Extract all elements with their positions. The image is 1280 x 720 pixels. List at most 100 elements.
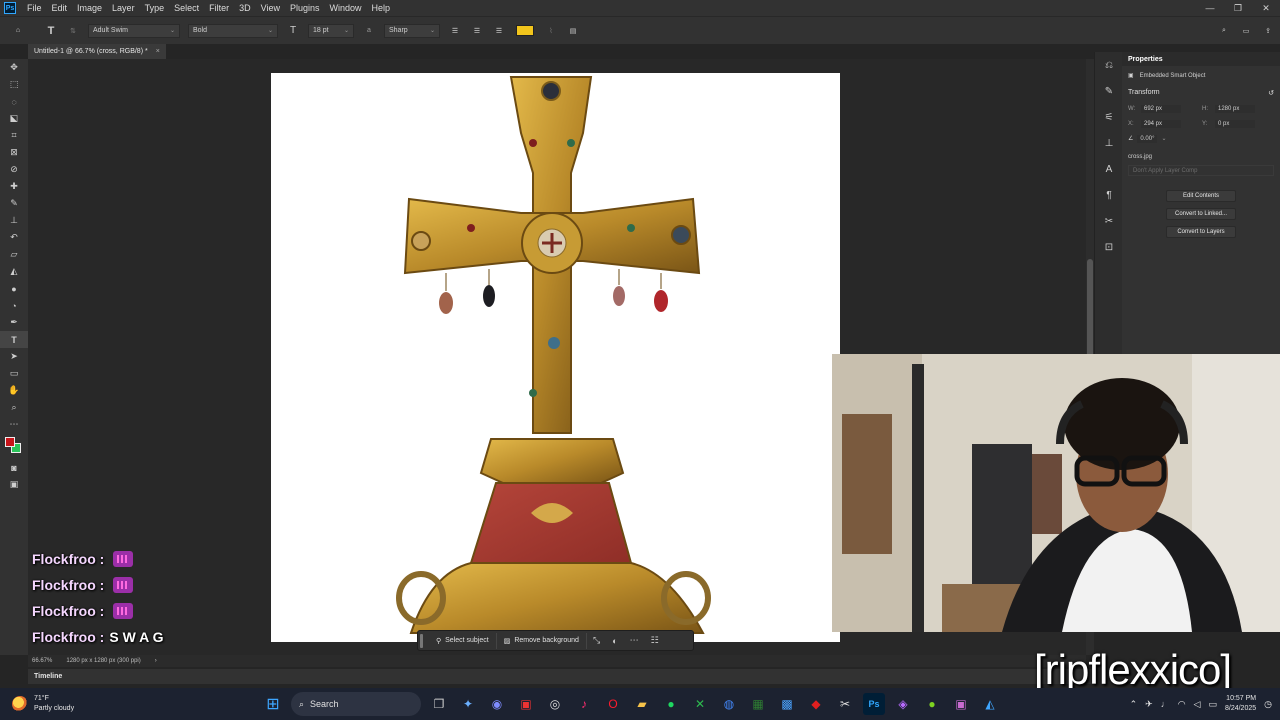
chrome-icon[interactable]: ◍ (718, 693, 740, 715)
app-red-icon[interactable]: ◆ (805, 693, 827, 715)
text-orientation-icon[interactable]: ⇅ (65, 22, 81, 40)
menu-view[interactable]: View (256, 3, 285, 13)
history-brush-tool-icon[interactable]: ↶ (0, 229, 28, 246)
tool-presets-icon[interactable]: ✂ (1095, 208, 1123, 234)
status-expand-icon[interactable]: › (155, 658, 157, 664)
history-panel-icon[interactable]: ⎌ (1095, 52, 1123, 78)
clone-stamp-tool-icon[interactable]: ⊥ (0, 212, 28, 229)
eyedropper-tool-icon[interactable]: ⊘ (0, 161, 28, 178)
zoom-level[interactable]: 66.67% (32, 658, 52, 664)
menu-select[interactable]: Select (169, 3, 204, 13)
reset-transform-icon[interactable]: ↺ (1268, 89, 1274, 97)
app-blue-icon[interactable]: ◭ (979, 693, 1001, 715)
type-tool-preset-icon[interactable]: T (43, 22, 59, 40)
move-tool-icon[interactable]: ✥ (0, 59, 28, 76)
share-icon[interactable]: ⇪ (1260, 22, 1276, 40)
brush-settings-icon[interactable]: ✎ (1095, 78, 1123, 104)
workspace-icon[interactable]: ▭ (1238, 22, 1254, 40)
tray-app-icon[interactable]: ✈ (1145, 699, 1153, 710)
volume-icon[interactable]: ◁ (1194, 699, 1201, 710)
home-icon[interactable]: ⌂ (10, 22, 26, 40)
document-canvas[interactable] (271, 73, 840, 642)
adjustment-icon[interactable]: ◐ (606, 636, 623, 646)
menu-filter[interactable]: Filter (204, 3, 234, 13)
spotify-icon[interactable]: ● (660, 693, 682, 715)
document-tab[interactable]: Untitled-1 @ 66.7% (cross, RGB/8) * × (28, 44, 166, 59)
app-purple-icon[interactable]: ◈ (892, 693, 914, 715)
clock[interactable]: 10:57 PM 8/24/2025 (1225, 694, 1256, 714)
zoom-tool-icon[interactable]: ⌕ (0, 399, 28, 416)
clone-source-icon[interactable]: ⊥ (1095, 130, 1123, 156)
more-options-icon[interactable]: ⋯ (624, 635, 645, 646)
lasso-tool-icon[interactable]: ◌ (0, 93, 28, 110)
font-size-select[interactable]: 18 pt ⌄ (308, 23, 354, 38)
foreground-color[interactable] (5, 437, 15, 447)
search-icon[interactable]: ⌕ (1216, 22, 1232, 40)
properties-tab[interactable]: Properties (1122, 52, 1280, 66)
menu-image[interactable]: Image (72, 3, 107, 13)
screen-mode-icon[interactable]: ▣ (0, 476, 28, 493)
align-center-icon[interactable]: ☰ (469, 22, 485, 40)
menu-file[interactable]: File (22, 3, 47, 13)
drag-handle[interactable] (420, 633, 423, 648)
y-field[interactable]: 0 px (1215, 119, 1255, 128)
color-swatches[interactable] (0, 433, 28, 459)
opera-icon[interactable]: O (602, 693, 624, 715)
remove-background-button[interactable]: ▨ Remove background (497, 632, 587, 649)
xbox-icon[interactable]: ✕ (689, 693, 711, 715)
object-select-tool-icon[interactable]: ⬕ (0, 110, 28, 127)
font-family-select[interactable]: Adult Swim ⌄ (88, 23, 180, 38)
transform-icon[interactable]: ⤡ (587, 635, 606, 646)
task-view-icon[interactable]: ❐ (428, 693, 450, 715)
blur-tool-icon[interactable]: ● (0, 280, 28, 297)
microphone-icon[interactable]: ♩ (1161, 699, 1170, 709)
angle-field[interactable]: 0.00° (1137, 134, 1158, 143)
file-explorer-icon[interactable]: ▰ (631, 693, 653, 715)
crop-tool-icon[interactable]: ⌗ (0, 127, 28, 144)
libraries-icon[interactable]: ⊡ (1095, 234, 1123, 260)
photoshop-taskbar-icon[interactable]: Ps (863, 693, 885, 715)
character-icon[interactable]: A (1095, 156, 1123, 182)
paragraph-icon[interactable]: ¶ (1095, 182, 1123, 208)
app-icon[interactable]: ▦ (747, 693, 769, 715)
angle-dropdown-icon[interactable]: ⌄ (1161, 135, 1166, 142)
taskbar-search[interactable]: ⌕ Search (291, 692, 421, 716)
path-selection-tool-icon[interactable]: ➤ (0, 348, 28, 365)
tray-overflow-icon[interactable]: ⌃ (1130, 699, 1138, 710)
height-field[interactable]: 1280 px (1215, 104, 1255, 113)
frame-tool-icon[interactable]: ⊠ (0, 144, 28, 161)
antialias-select[interactable]: Sharp ⌄ (384, 23, 440, 38)
copilot-icon[interactable]: ✦ (457, 693, 479, 715)
dodge-tool-icon[interactable]: ◔ (0, 297, 28, 314)
character-panel-icon[interactable]: ▤ (565, 22, 581, 40)
align-left-icon[interactable]: ☰ (447, 22, 463, 40)
app-pink-icon[interactable]: ▣ (950, 693, 972, 715)
minimize-button[interactable]: — (1196, 3, 1224, 14)
type-tool-icon[interactable]: T (0, 331, 28, 348)
text-color-swatch[interactable] (516, 25, 534, 36)
align-right-icon[interactable]: ☰ (491, 22, 507, 40)
discord-icon[interactable]: ◉ (486, 693, 508, 715)
adjustments-icon[interactable]: ⚟ (1095, 104, 1123, 130)
rectangle-tool-icon[interactable]: ▭ (0, 365, 28, 382)
media-app-icon[interactable]: ▣ (515, 693, 537, 715)
weather-widget[interactable]: 71°F Partly cloudy (12, 694, 74, 714)
brush-tool-icon[interactable]: ✎ (0, 195, 28, 212)
menu-layer[interactable]: Layer (107, 3, 140, 13)
menu-type[interactable]: Type (140, 3, 170, 13)
battery-icon[interactable]: ▭ (1208, 699, 1217, 710)
layer-comp-select[interactable]: Don't Apply Layer Comp (1128, 165, 1274, 176)
obs-icon[interactable]: ◎ (544, 693, 566, 715)
pen-tool-icon[interactable]: ✒ (0, 314, 28, 331)
edit-contents-button[interactable]: Edit Contents (1166, 190, 1236, 202)
font-style-select[interactable]: Bold ⌄ (188, 23, 278, 38)
width-field[interactable]: 692 px (1141, 104, 1181, 113)
maximize-button[interactable]: ❐ (1224, 3, 1252, 14)
notifications-icon[interactable]: ◷ (1264, 699, 1272, 710)
quick-mask-icon[interactable]: ◙ (0, 459, 28, 476)
healing-brush-tool-icon[interactable]: ✚ (0, 178, 28, 195)
hand-tool-icon[interactable]: ✋ (0, 382, 28, 399)
start-menu-icon[interactable]: ⊞ (262, 693, 284, 715)
paint-bucket-tool-icon[interactable]: ◭ (0, 263, 28, 280)
photos-icon[interactable]: ▩ (776, 693, 798, 715)
